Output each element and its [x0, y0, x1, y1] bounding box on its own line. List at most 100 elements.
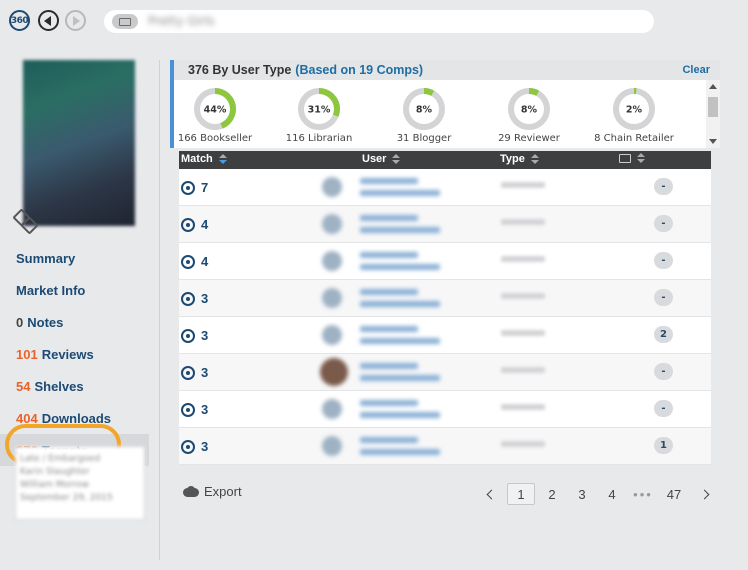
- match-cell[interactable]: 3: [181, 291, 208, 306]
- user-account[interactable]: Account Name: [360, 338, 440, 344]
- book-cover[interactable]: [23, 60, 135, 226]
- link-icon[interactable]: [14, 210, 36, 232]
- user-name[interactable]: Username: [360, 326, 418, 332]
- type-cell: Unknown: [501, 293, 545, 299]
- back-button[interactable]: [38, 10, 59, 31]
- logo-360[interactable]: 360: [9, 10, 30, 31]
- summary-title: 376 By User Type: [188, 63, 292, 77]
- notes-badge[interactable]: -: [654, 289, 673, 306]
- prev-page-button[interactable]: [485, 483, 497, 505]
- user-name[interactable]: Username: [360, 437, 418, 443]
- page-2[interactable]: 2: [538, 483, 566, 505]
- col-type[interactable]: Type: [500, 153, 539, 165]
- book-icon[interactable]: [112, 14, 138, 29]
- user-name[interactable]: Username: [360, 178, 418, 184]
- user-account[interactable]: Account Name: [360, 301, 440, 307]
- user-cell[interactable]: Username Account Name: [310, 354, 495, 390]
- user-cell[interactable]: Username Account Name: [310, 206, 495, 242]
- user-name[interactable]: Username: [360, 400, 418, 406]
- notes-badge[interactable]: -: [654, 178, 673, 195]
- user-account[interactable]: Account Name: [360, 190, 440, 196]
- match-count: 4: [201, 254, 209, 269]
- table-row[interactable]: 3 Username Account Name Unknown -: [179, 391, 711, 428]
- user-name[interactable]: Username: [360, 363, 418, 369]
- clear-link[interactable]: Clear: [682, 64, 710, 76]
- sort-icon[interactable]: [530, 154, 539, 164]
- type-cell: Unknown: [501, 219, 545, 225]
- col-match[interactable]: Match: [181, 153, 227, 165]
- user-name[interactable]: Username: [360, 215, 418, 221]
- scroll-up-icon[interactable]: [709, 84, 717, 89]
- user-cell[interactable]: Username Account Name: [310, 317, 495, 353]
- page-1[interactable]: 1: [507, 483, 535, 505]
- targets-table: Match User Type 7 Username Account Name Unk…: [179, 151, 711, 465]
- avatar: [322, 177, 342, 197]
- match-cell[interactable]: 7: [181, 180, 208, 195]
- table-row[interactable]: 4 Username Account Name Unknown -: [179, 206, 711, 243]
- match-cell[interactable]: 3: [181, 365, 208, 380]
- user-cell[interactable]: Username Account Name: [310, 243, 495, 279]
- sort-icon[interactable]: [218, 154, 227, 164]
- match-cell[interactable]: 3: [181, 402, 208, 417]
- sidebar-item-shelves[interactable]: 54 Shelves: [0, 370, 149, 402]
- table-row[interactable]: 3 Username Account Name Unknown 1: [179, 428, 711, 465]
- sidebar-item-reviews[interactable]: 101 Reviews: [0, 338, 149, 370]
- notes-badge[interactable]: -: [654, 252, 673, 269]
- user-account[interactable]: Account Name: [360, 227, 440, 233]
- user-cell[interactable]: Username Account Name: [310, 169, 495, 205]
- sort-icon[interactable]: [392, 154, 401, 164]
- match-cell[interactable]: 4: [181, 217, 208, 232]
- type-cell: Unknown: [501, 182, 545, 188]
- forward-button[interactable]: [65, 10, 86, 31]
- match-cell[interactable]: 3: [181, 328, 208, 343]
- scroll-thumb[interactable]: [708, 97, 718, 117]
- page-3[interactable]: 3: [568, 483, 596, 505]
- user-account[interactable]: Account Name: [360, 449, 440, 455]
- col-user[interactable]: User: [362, 153, 401, 165]
- sidebar-item-notes[interactable]: 0 Notes: [0, 306, 149, 338]
- user-account[interactable]: Account Name: [360, 375, 440, 381]
- summary-scrollbar[interactable]: [706, 80, 720, 148]
- user-cell[interactable]: Username Account Name: [310, 391, 495, 427]
- notes-badge[interactable]: 1: [654, 437, 673, 454]
- export-button[interactable]: Export: [183, 484, 242, 499]
- table-row[interactable]: 4 Username Account Name Unknown -: [179, 243, 711, 280]
- match-count: 3: [201, 439, 209, 454]
- notes-badge[interactable]: -: [654, 215, 673, 232]
- sidebar-item-summary[interactable]: Summary: [0, 242, 149, 274]
- user-account[interactable]: Account Name: [360, 264, 440, 270]
- notes-badge[interactable]: 2: [654, 326, 673, 343]
- target-icon: [181, 328, 195, 343]
- sort-icon[interactable]: [637, 153, 645, 163]
- user-cell[interactable]: Username Account Name: [310, 280, 495, 316]
- user-name[interactable]: Username: [360, 289, 418, 295]
- match-count: 3: [201, 365, 209, 380]
- page-last[interactable]: 47: [661, 483, 687, 505]
- table-row[interactable]: 3 Username Account Name Unknown 2: [179, 317, 711, 354]
- table-row[interactable]: 3 Username Account Name Unknown -: [179, 280, 711, 317]
- next-page-button[interactable]: [698, 483, 710, 505]
- scroll-down-icon[interactable]: [709, 139, 717, 144]
- col-notes[interactable]: [619, 153, 645, 163]
- sidebar-item-market-info[interactable]: Market Info: [0, 274, 149, 306]
- table-row[interactable]: 7 Username Account Name Unknown -: [179, 169, 711, 206]
- page-4[interactable]: 4: [598, 483, 626, 505]
- user-account[interactable]: Account Name: [360, 412, 440, 418]
- donut-segment[interactable]: 8% 29 Reviewer: [474, 86, 584, 144]
- match-cell[interactable]: 4: [181, 254, 208, 269]
- donut-chart: 31%: [298, 88, 340, 130]
- donut-segment[interactable]: 2% 8 Chain Retailer: [579, 86, 689, 144]
- donut-segment[interactable]: 8% 31 Blogger: [369, 86, 479, 144]
- table-row[interactable]: 3 Username Account Name Unknown -: [179, 354, 711, 391]
- search-bar[interactable]: Pretty Girls: [104, 10, 654, 33]
- user-name[interactable]: Username: [360, 252, 418, 258]
- donut-segment[interactable]: 31% 116 Librarian: [264, 86, 374, 144]
- notes-badge[interactable]: -: [654, 400, 673, 417]
- donut-segment[interactable]: 44% 166 Bookseller: [160, 86, 270, 144]
- type-cell: Unknown: [501, 367, 545, 373]
- user-type-summary: 376 By User Type (Based on 19 Comps) Cle…: [170, 60, 720, 148]
- donut-label: 29 Reviewer: [498, 133, 560, 144]
- match-cell[interactable]: 3: [181, 439, 208, 454]
- notes-badge[interactable]: -: [654, 363, 673, 380]
- user-cell[interactable]: Username Account Name: [310, 428, 495, 464]
